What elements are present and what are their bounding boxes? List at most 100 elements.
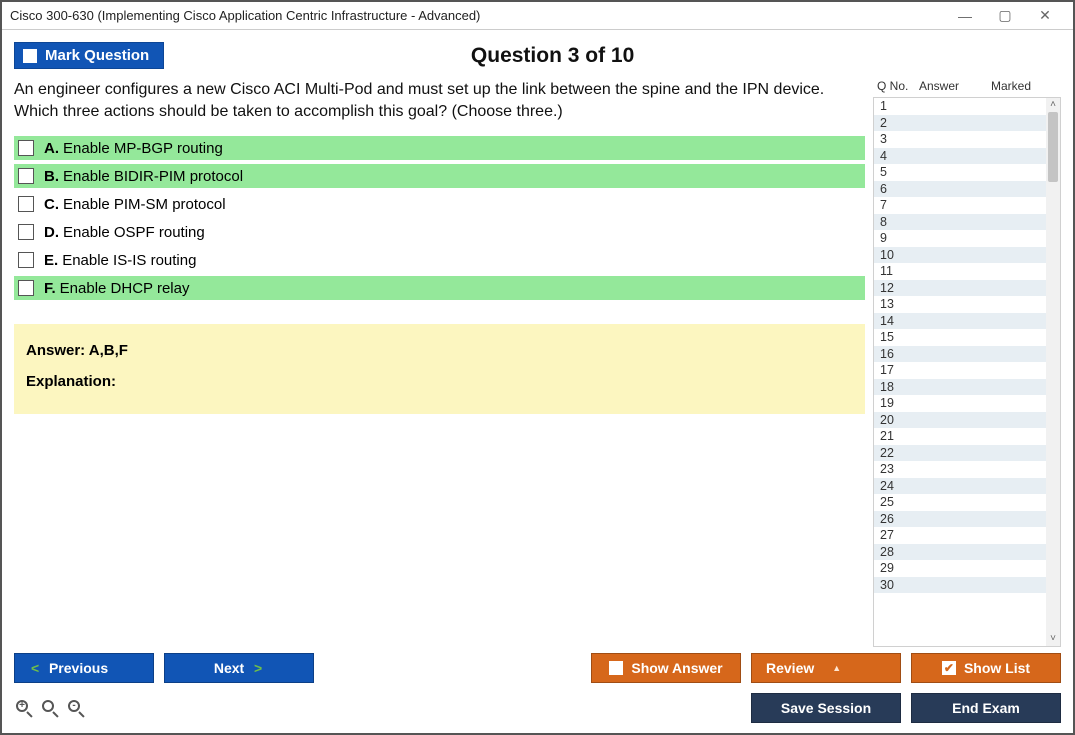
list-item[interactable]: 28 xyxy=(874,544,1046,561)
review-button[interactable]: Review ▲ xyxy=(751,653,901,683)
header-qno: Q No. xyxy=(873,79,919,93)
checkbox-icon xyxy=(609,661,623,675)
end-exam-label: End Exam xyxy=(952,700,1020,716)
option-letter: B. xyxy=(44,168,59,185)
option-text: Enable IS-IS routing xyxy=(62,252,196,269)
list-item[interactable]: 24 xyxy=(874,478,1046,495)
show-answer-button[interactable]: Show Answer xyxy=(591,653,741,683)
list-item[interactable]: 4 xyxy=(874,148,1046,165)
question-list: 1234567891011121314151617181920212223242… xyxy=(873,97,1061,647)
list-item[interactable]: 10 xyxy=(874,247,1046,264)
list-item[interactable]: 5 xyxy=(874,164,1046,181)
list-item[interactable]: 11 xyxy=(874,263,1046,280)
option-row[interactable]: B. Enable BIDIR-PIM protocol xyxy=(14,164,865,188)
list-item[interactable]: 23 xyxy=(874,461,1046,478)
list-item[interactable]: 17 xyxy=(874,362,1046,379)
option-letter: C. xyxy=(44,196,59,213)
checkbox-checked-icon: ✔ xyxy=(942,661,956,675)
list-item[interactable]: 26 xyxy=(874,511,1046,528)
checkbox-icon[interactable] xyxy=(18,252,34,268)
save-session-label: Save Session xyxy=(781,700,871,716)
option-row[interactable]: D. Enable OSPF routing xyxy=(14,220,865,244)
option-text: Enable PIM-SM protocol xyxy=(63,196,226,213)
checkbox-icon[interactable] xyxy=(18,224,34,240)
maximize-icon[interactable]: ▢ xyxy=(985,7,1025,24)
option-row[interactable]: A. Enable MP-BGP routing xyxy=(14,136,865,160)
option-letter: A. xyxy=(44,140,59,157)
list-item[interactable]: 15 xyxy=(874,329,1046,346)
list-item[interactable]: 18 xyxy=(874,379,1046,396)
list-item[interactable]: 16 xyxy=(874,346,1046,363)
save-session-button[interactable]: Save Session xyxy=(751,693,901,723)
list-item[interactable]: 8 xyxy=(874,214,1046,231)
topbar: Mark Question Question 3 of 10 xyxy=(14,42,1061,69)
list-item[interactable]: 29 xyxy=(874,560,1046,577)
previous-button[interactable]: < Previous xyxy=(14,653,154,683)
list-item[interactable]: 22 xyxy=(874,445,1046,462)
list-item[interactable]: 21 xyxy=(874,428,1046,445)
list-item[interactable]: 12 xyxy=(874,280,1046,297)
scroll-down-icon[interactable]: ˅ xyxy=(1050,632,1056,646)
list-item[interactable]: 19 xyxy=(874,395,1046,412)
mark-question-label: Mark Question xyxy=(45,47,149,64)
checkbox-icon[interactable] xyxy=(18,168,34,184)
option-text: Enable MP-BGP routing xyxy=(63,140,223,157)
main: An engineer configures a new Cisco ACI M… xyxy=(14,79,1061,647)
scroll-thumb[interactable] xyxy=(1048,112,1058,182)
dropdown-icon: ▲ xyxy=(832,663,841,673)
checkbox-icon[interactable] xyxy=(18,196,34,212)
review-label: Review xyxy=(766,660,814,676)
list-item[interactable]: 7 xyxy=(874,197,1046,214)
list-item[interactable]: 14 xyxy=(874,313,1046,330)
checkbox-icon[interactable] xyxy=(18,280,34,296)
list-item[interactable]: 6 xyxy=(874,181,1046,198)
option-letter: F. xyxy=(44,280,56,297)
chevron-left-icon: < xyxy=(31,660,39,676)
question-list-header: Q No. Answer Marked xyxy=(873,79,1061,97)
option-text: Enable BIDIR-PIM protocol xyxy=(63,168,243,185)
explanation-label: Explanation: xyxy=(26,373,853,390)
end-exam-button[interactable]: End Exam xyxy=(911,693,1061,723)
option-letter: D. xyxy=(44,224,59,241)
question-counter: Question 3 of 10 xyxy=(164,44,1061,68)
mark-question-button[interactable]: Mark Question xyxy=(14,42,164,69)
answer-line: Answer: A,B,F xyxy=(26,342,853,359)
answer-box: Answer: A,B,F Explanation: xyxy=(14,324,865,414)
scrollbar[interactable]: ˄ ˅ xyxy=(1046,98,1060,646)
show-list-label: Show List xyxy=(964,660,1030,676)
option-row[interactable]: F. Enable DHCP relay xyxy=(14,276,865,300)
zoom-toolbar: + - xyxy=(14,698,86,718)
zoom-in-icon[interactable]: + xyxy=(14,698,34,718)
scroll-up-icon[interactable]: ˄ xyxy=(1050,98,1056,112)
checkbox-icon[interactable] xyxy=(18,140,34,156)
list-item[interactable]: 30 xyxy=(874,577,1046,594)
scroll-track[interactable] xyxy=(1046,112,1060,632)
titlebar: Cisco 300-630 (Implementing Cisco Applic… xyxy=(2,2,1073,30)
previous-label: Previous xyxy=(49,660,108,676)
show-answer-label: Show Answer xyxy=(631,660,722,676)
minimize-icon[interactable]: — xyxy=(945,8,985,24)
header-marked: Marked xyxy=(991,79,1061,93)
list-item[interactable]: 20 xyxy=(874,412,1046,429)
show-list-button[interactable]: ✔ Show List xyxy=(911,653,1061,683)
next-button[interactable]: Next > xyxy=(164,653,314,683)
app-window: Cisco 300-630 (Implementing Cisco Applic… xyxy=(0,0,1075,735)
checkbox-icon xyxy=(23,49,37,63)
options-list: A. Enable MP-BGP routingB. Enable BIDIR-… xyxy=(14,136,865,300)
list-item[interactable]: 9 xyxy=(874,230,1046,247)
option-row[interactable]: E. Enable IS-IS routing xyxy=(14,248,865,272)
zoom-reset-icon[interactable] xyxy=(40,698,60,718)
list-item[interactable]: 3 xyxy=(874,131,1046,148)
option-row[interactable]: C. Enable PIM-SM protocol xyxy=(14,192,865,216)
option-letter: E. xyxy=(44,252,58,269)
window-title: Cisco 300-630 (Implementing Cisco Applic… xyxy=(10,8,480,23)
list-item[interactable]: 27 xyxy=(874,527,1046,544)
question-list-panel: Q No. Answer Marked 12345678910111213141… xyxy=(873,79,1061,647)
close-icon[interactable]: ✕ xyxy=(1025,7,1065,24)
option-text: Enable OSPF routing xyxy=(63,224,205,241)
list-item[interactable]: 1 xyxy=(874,98,1046,115)
list-item[interactable]: 13 xyxy=(874,296,1046,313)
list-item[interactable]: 25 xyxy=(874,494,1046,511)
list-item[interactable]: 2 xyxy=(874,115,1046,132)
zoom-out-icon[interactable]: - xyxy=(66,698,86,718)
